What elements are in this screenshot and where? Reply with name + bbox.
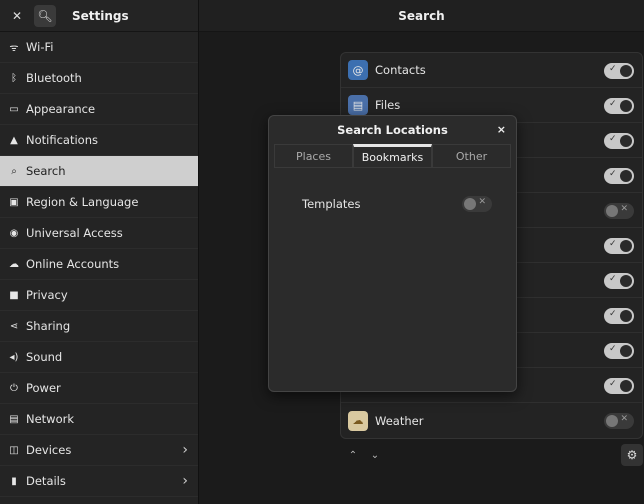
gear-icon: ⚙ [626,448,638,462]
app-toggle[interactable]: ✓ [604,308,634,324]
sidebar-item-label: Details [26,474,66,488]
list-controls: ⌃ ⌄ ⚙ [340,444,643,466]
wifi-icon: ᯤ [9,43,19,54]
sidebar-item-privacy[interactable]: ■ Privacy [0,280,198,311]
app-label: Files [375,98,401,112]
sidebar-item-label: Wi-Fi [26,40,54,54]
app-toggle[interactable]: ✕ [604,203,634,219]
settings-window: ✕ 🔍︎ Settings ᯤ Wi-Fi ᛒ Bluetooth ▭ Appearanc… [0,0,644,504]
app-row-weather[interactable]: ☁ Weather ✕ [341,403,642,438]
weather-icon: ☁ [348,410,368,431]
accounts-icon: ☁ [9,258,19,270]
network-icon: ▤ [9,413,19,425]
dialog-tabs: Places Bookmarks Other [274,144,511,168]
power-icon: ⏻ [10,382,18,394]
sidebar-item-appearance[interactable]: ▭ Appearance [0,94,198,125]
appearance-icon: ▭ [9,103,19,115]
tab-bookmarks[interactable]: Bookmarks [353,144,432,167]
move-up-button[interactable]: ⌃ [344,446,362,464]
share-icon: ⋖ [9,320,19,332]
tab-other[interactable]: Other [432,144,511,167]
app-toggle[interactable]: ✓ [604,98,634,114]
region-icon: ▣ [9,196,19,208]
sidebar-item-universal-access[interactable]: ◉ Universal Access [0,218,198,249]
sidebar-item-label: Sharing [26,319,71,333]
files-icon: ▤ [348,95,368,115]
app-row-contacts[interactable]: @ Contacts ✓ [341,53,642,88]
sidebar-header: ✕ 🔍︎ Settings [0,0,198,32]
sidebar-title: Settings [72,8,129,23]
chevron-right-icon: › [182,442,188,458]
sidebar: ✕ 🔍︎ Settings ᯤ Wi-Fi ᛒ Bluetooth ▭ Appearanc… [0,0,199,504]
contacts-icon: @ [348,60,368,80]
templates-row: Templates ✕ [302,194,492,214]
sidebar-item-sound[interactable]: ◂) Sound [0,342,198,373]
sidebar-item-network[interactable]: ▤ Network [0,404,198,435]
sidebar-item-label: Online Accounts [26,257,120,271]
sidebar-item-label: Network [26,412,75,426]
close-icon[interactable]: × [497,123,506,136]
app-toggle[interactable]: ✓ [604,238,634,254]
app-label: Contacts [375,63,426,77]
search-settings-button[interactable]: ⚙ [621,444,643,466]
sidebar-item-label: Region & Language [26,195,139,209]
templates-toggle[interactable]: ✕ [462,196,492,212]
app-toggle[interactable]: ✓ [604,168,634,184]
sidebar-item-label: Search [26,164,66,178]
sidebar-item-power[interactable]: ⏻ Power [0,373,198,404]
search-button[interactable]: 🔍︎ [34,4,56,27]
sidebar-item-label: Notifications [26,133,98,147]
search-icon: 🔍︎ [37,8,53,23]
app-label: Weather [375,413,424,428]
page-title: Search [199,0,644,32]
tools-icon[interactable]: ✕ [6,5,28,27]
sidebar-item-label: Privacy [26,288,68,302]
sidebar-item-label: Power [26,381,61,395]
move-down-button[interactable]: ⌄ [366,446,384,464]
sidebar-item-bluetooth[interactable]: ᛒ Bluetooth [0,63,198,94]
sidebar-item-devices[interactable]: ◫ Devices › [0,435,198,466]
sidebar-item-label: Bluetooth [26,71,82,85]
app-toggle[interactable]: ✓ [604,133,634,149]
app-toggle[interactable]: ✕ [604,413,634,429]
bell-icon: ▲ [10,134,18,146]
accessibility-icon: ◉ [9,227,19,239]
chevron-right-icon: › [182,473,188,489]
search-locations-dialog: Search Locations × Places Bookmarks Other … [268,115,517,392]
sidebar-item-region-language[interactable]: ▣ Region & Language [0,187,198,218]
app-toggle[interactable]: ✓ [604,63,634,79]
tab-places[interactable]: Places [274,144,353,167]
privacy-icon: ■ [9,289,19,301]
app-toggle[interactable]: ✓ [604,378,634,394]
search-icon: ⌕ [11,165,17,177]
speaker-icon: ◂) [9,351,19,363]
sidebar-item-details[interactable]: ▮ Details › [0,466,198,497]
sidebar-item-label: Universal Access [26,226,123,240]
sidebar-list: ᯤ Wi-Fi ᛒ Bluetooth ▭ Appearance ▲ Notification… [0,32,198,497]
sidebar-item-notifications[interactable]: ▲ Notifications [0,125,198,156]
app-toggle[interactable]: ✓ [604,273,634,289]
sidebar-item-label: Appearance [26,102,96,116]
devices-icon: ◫ [9,444,19,456]
bluetooth-icon: ᛒ [11,72,17,84]
sidebar-item-label: Sound [26,350,63,364]
templates-label: Templates [302,197,361,211]
dialog-title: Search Locations [337,123,448,137]
sidebar-item-label: Devices [26,443,72,457]
dialog-header: Search Locations × [269,116,516,144]
sidebar-item-search[interactable]: ⌕ Search [0,156,198,187]
sidebar-item-wi-fi[interactable]: ᯤ Wi-Fi [0,32,198,63]
info-icon: ▮ [11,475,17,487]
sidebar-item-online-accounts[interactable]: ☁ Online Accounts [0,249,198,280]
sidebar-item-sharing[interactable]: ⋖ Sharing [0,311,198,342]
app-toggle[interactable]: ✓ [604,343,634,359]
